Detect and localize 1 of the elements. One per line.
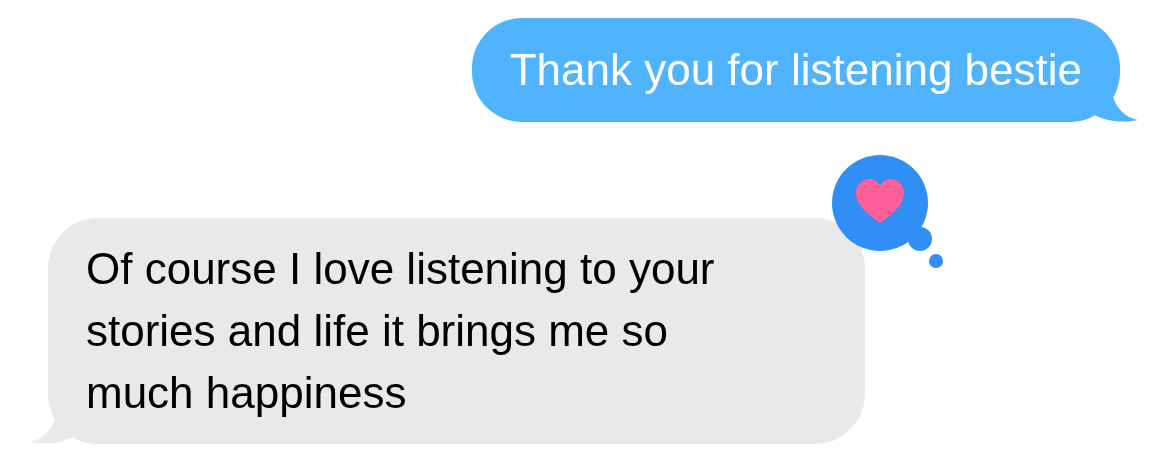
message-bubble: Thank you for listening bestie: [471, 18, 1120, 122]
